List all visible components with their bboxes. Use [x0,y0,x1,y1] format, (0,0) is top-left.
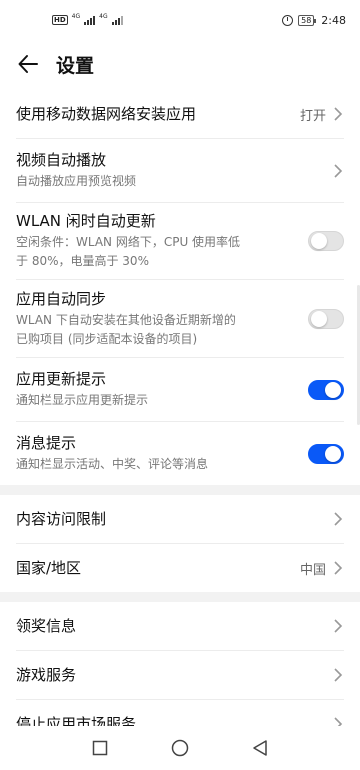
setting-trailing [332,667,344,683]
setting-trailing: 打开 [300,105,344,124]
setting-trailing [332,511,344,527]
setting-text: WLAN 闲时自动更新 空闲条件：WLAN 网络下，CPU 使用率低 于 80%… [16,211,308,271]
setting-description: WLAN 下自动安装在其他设备近期新增的 已购项目 (同步适配本设备的项目) [16,311,308,349]
system-back-button[interactable] [248,736,272,760]
setting-text: 游戏服务 [16,665,332,685]
status-left: HD 4G 4G [52,12,123,25]
setting-wlan-idle-update[interactable]: WLAN 闲时自动更新 空闲条件：WLAN 网络下，CPU 使用率低 于 80%… [0,203,360,279]
clock: 2:48 [321,13,346,27]
setting-app-auto-sync[interactable]: 应用自动同步 WLAN 下自动安装在其他设备近期新增的 已购项目 (同步适配本设… [0,280,360,357]
setting-value: 打开 [299,108,326,124]
chevron-right-icon [334,561,343,575]
hd-icon: HD [52,15,68,25]
arrow-left-icon [18,55,38,73]
app-screen: HD 4G 4G 58 2:48 设置 使用移动数据网络安装应用 打开 视频自动… [0,0,360,770]
battery-level: 58 [301,15,312,25]
setting-text: 内容访问限制 [16,509,332,529]
triangle-left-icon [253,740,267,756]
wlan-idle-update-toggle[interactable] [308,231,344,251]
setting-text: 国家/地区 [16,558,300,578]
setting-content-restriction[interactable]: 内容访问限制 [0,495,360,543]
description-line: WLAN 下自动安装在其他设备近期新增的 [16,312,236,327]
setting-text: 使用移动数据网络安装应用 [16,104,300,124]
app-auto-sync-toggle[interactable] [308,308,344,329]
network-type-b: 4G [99,12,108,20]
toggle-knob [325,381,341,398]
signal-icon [84,15,96,25]
setting-text: 领奖信息 [16,616,332,636]
status-bar: HD 4G 4G 58 2:48 [0,0,360,40]
recent-apps-button[interactable] [88,736,112,760]
toggle-knob [311,233,327,249]
chevron-right-icon [334,163,343,178]
signal-icon-secondary [111,15,123,25]
chevron-right-icon [334,668,343,682]
setting-trailing: 中国 [300,559,344,578]
message-notice-toggle[interactable] [308,443,344,464]
system-navigation-bar [0,726,360,770]
circle-icon [171,739,189,757]
setting-label: 视频自动播放 [16,151,107,169]
setting-message-notice[interactable]: 消息提示 通知栏显示活动、中奖、评论等消息 [0,422,360,485]
setting-trailing [332,163,344,179]
chevron-right-icon [334,512,343,526]
setting-label: 游戏服务 [16,666,77,684]
network-type-a: 4G [71,12,81,20]
home-button[interactable] [168,736,192,760]
setting-value: 中国 [299,562,326,578]
setting-trailing [332,618,344,634]
setting-description: 自动播放应用预览视频 [16,174,137,188]
square-icon [92,740,108,756]
setting-mobile-data-install[interactable]: 使用移动数据网络安装应用 打开 [0,90,360,138]
setting-label: 消息提示 [16,434,77,452]
setting-text: 消息提示 通知栏显示活动、中奖、评论等消息 [16,433,308,474]
setting-description: 空闲条件：WLAN 网络下，CPU 使用率低 于 80%，电量高于 30% [16,233,308,271]
status-right: 58 2:48 [282,14,346,27]
setting-label: 领奖信息 [16,617,77,635]
page-title: 设置 [56,54,95,77]
setting-label: 应用更新提示 [16,370,107,388]
chevron-right-icon [334,619,343,633]
toggle-knob [311,310,327,327]
setting-label: WLAN 闲时自动更新 [16,212,156,230]
update-notice-toggle[interactable] [308,379,344,400]
setting-text: 应用自动同步 WLAN 下自动安装在其他设备近期新增的 已购项目 (同步适配本设… [16,289,308,349]
alarm-icon [282,14,294,26]
setting-update-notice[interactable]: 应用更新提示 通知栏显示应用更新提示 [0,358,360,421]
setting-label: 国家/地区 [16,559,82,577]
chevron-right-icon [334,107,343,121]
battery-icon: 58 [298,14,317,26]
setting-text: 应用更新提示 通知栏显示应用更新提示 [16,369,308,410]
toggle-knob [325,445,341,462]
description-line: 空闲条件：WLAN 网络下，CPU 使用率低 [16,235,241,249]
setting-country-region[interactable]: 国家/地区 中国 [0,544,360,592]
section-gap [0,485,360,495]
section-gap [0,592,360,602]
description-line: 于 80%，电量高于 30% [16,254,149,268]
setting-description: 通知栏显示应用更新提示 [16,393,149,407]
setting-text: 视频自动播放 自动播放应用预览视频 [16,150,332,191]
description-line: 已购项目 (同步适配本设备的项目) [16,331,198,346]
setting-game-service[interactable]: 游戏服务 [0,651,360,699]
setting-label: 内容访问限制 [16,510,107,528]
setting-label: 应用自动同步 [16,289,107,308]
app-bar: 设置 [0,40,360,88]
setting-prize-info[interactable]: 领奖信息 [0,602,360,650]
back-button[interactable] [0,40,56,88]
setting-description: 通知栏显示活动、中奖、评论等消息 [16,457,209,471]
settings-list: 使用移动数据网络安装应用 打开 视频自动播放 自动播放应用预览视频 WLAN 闲… [0,90,360,748]
setting-video-autoplay[interactable]: 视频自动播放 自动播放应用预览视频 [0,139,360,202]
setting-label: 使用移动数据网络安装应用 [16,105,197,123]
